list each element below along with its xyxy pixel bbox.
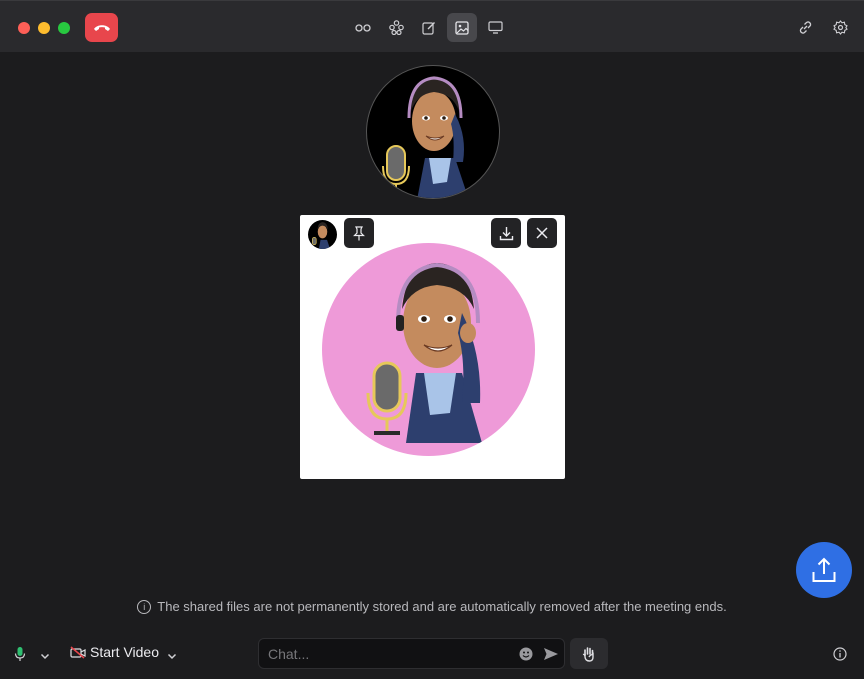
share-image-tool-button[interactable] [447,13,477,42]
microphone-button[interactable] [14,646,26,667]
raise-hand-button[interactable] [570,638,608,669]
info-circle-icon [833,647,847,661]
settings-button[interactable] [825,13,855,42]
start-video-button[interactable]: Start Video [70,644,159,660]
sharer-avatar [308,220,337,249]
emoji-button[interactable] [519,647,533,666]
phone-hangup-icon [93,24,110,31]
storage-notice: i The shared files are not permanently st… [0,599,864,614]
download-icon [499,226,513,240]
close-icon [536,227,548,239]
bottom-bar: Start Video [0,628,864,679]
upload-icon [812,557,836,582]
screen-icon [487,21,503,34]
screen-share-tool-button[interactable] [480,13,510,42]
link-icon [799,21,811,34]
shared-image [322,243,535,456]
copy-link-button[interactable] [790,13,820,42]
video-off-icon [70,645,86,659]
send-button[interactable] [543,646,559,667]
chevron-down-icon [40,653,50,660]
apps-tool-button[interactable] [381,13,411,42]
participant-avatar [366,65,500,199]
shared-image-card [300,215,565,479]
info-icon: i [137,600,152,614]
two-circles-icon [355,23,371,32]
raise-hand-icon [582,646,594,662]
video-options-button[interactable] [167,647,177,665]
pin-icon [353,225,365,240]
smiley-icon [519,647,533,661]
microphone-options-button[interactable] [40,647,50,665]
close-window-button[interactable] [18,22,30,34]
chat-input[interactable] [266,645,510,663]
whiteboard-tool-button[interactable] [414,13,444,42]
minimize-window-button[interactable] [38,22,50,34]
start-video-label: Start Video [90,644,160,660]
upload-button[interactable] [796,542,852,598]
close-image-button[interactable] [527,218,557,248]
meeting-info-button[interactable] [833,647,847,666]
title-bar [0,0,864,52]
storage-notice-text: The shared files are not permanently sto… [157,599,727,614]
chevron-down-icon [167,653,177,660]
compose-icon [422,21,435,35]
maximize-window-button[interactable] [58,22,70,34]
download-button[interactable] [491,218,521,248]
send-icon [544,648,558,660]
image-icon [455,20,469,35]
microphone-icon [14,647,26,661]
bitmoji-avatar [382,76,469,198]
bitmoji-podcast-image [366,262,482,443]
apps-icon [388,20,404,35]
gear-icon [832,20,848,35]
participants-tool-button[interactable] [348,13,378,42]
hang-up-button[interactable] [85,13,118,42]
bitmoji-avatar-small [312,222,331,249]
pin-button[interactable] [344,218,374,248]
chat-box [258,638,565,669]
